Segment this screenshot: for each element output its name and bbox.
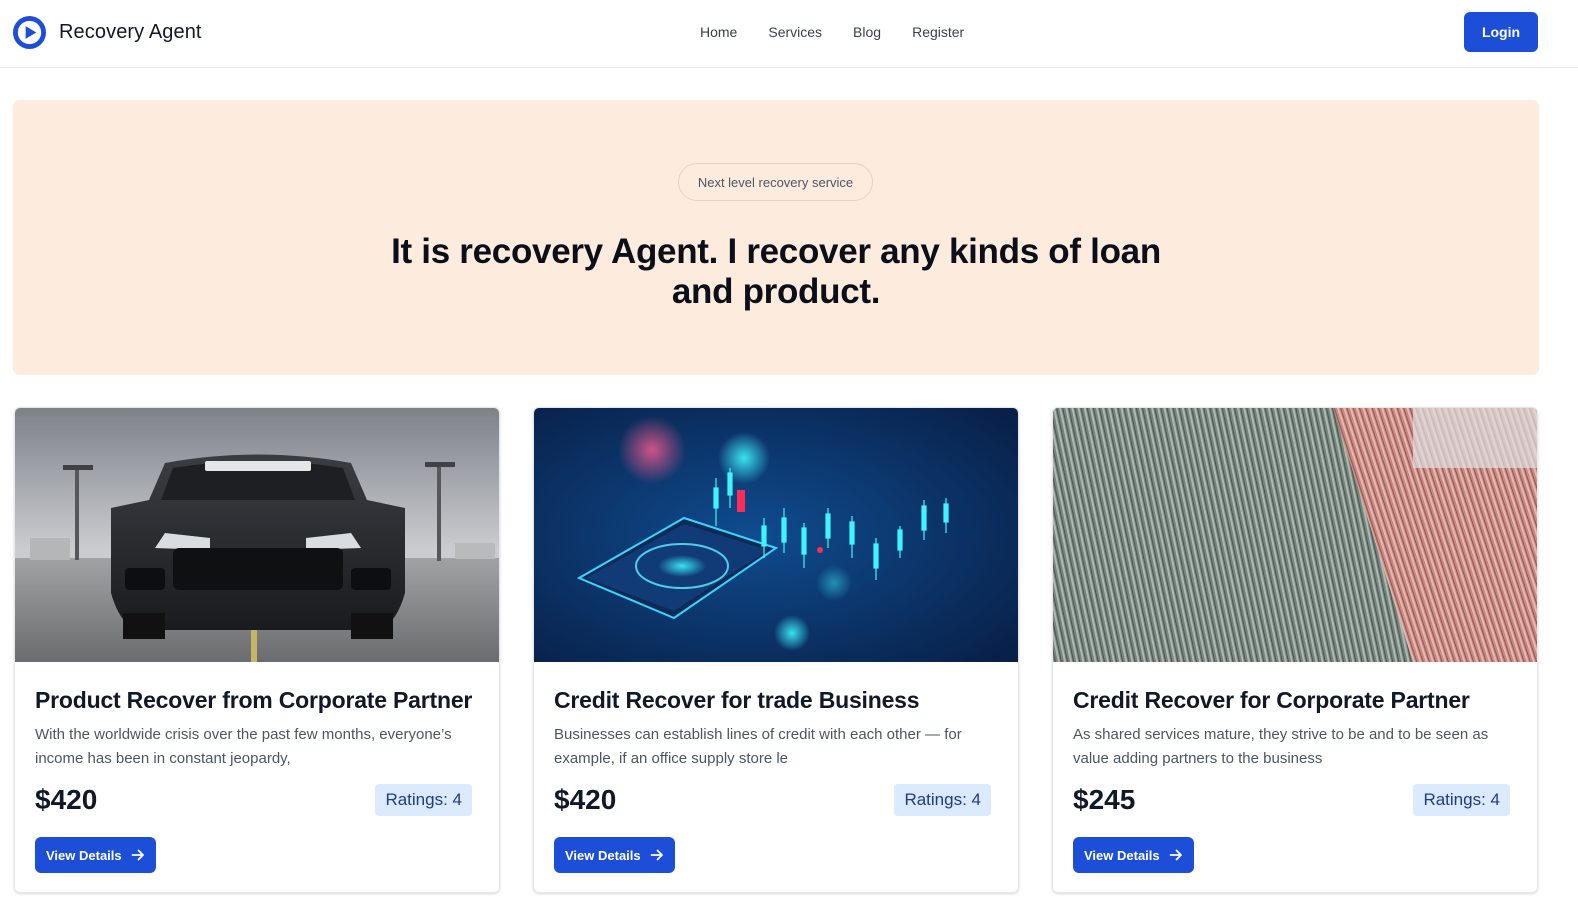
view-details-button[interactable]: View Details <box>554 837 675 873</box>
card-title: Credit Recover for Corporate Partner <box>1073 687 1470 713</box>
card-price: $420 <box>554 784 617 815</box>
view-details-button[interactable]: View Details <box>1073 837 1194 873</box>
rating-badge: Ratings: 4 <box>375 784 472 816</box>
card-price: $420 <box>35 784 98 815</box>
rating-badge: Ratings: 4 <box>1413 784 1510 816</box>
view-details-label: View Details <box>565 847 641 863</box>
nav-services[interactable]: Services <box>768 22 822 42</box>
arrow-right-icon <box>650 849 663 861</box>
view-details-label: View Details <box>46 847 122 863</box>
card-description: As shared services mature, they strive t… <box>1073 726 1489 767</box>
money-stack-photo-icon <box>1053 408 1537 662</box>
nav-register[interactable]: Register <box>912 22 964 42</box>
card-title: Product Recover from Corporate Partner <box>35 687 473 713</box>
arrow-right-icon <box>131 849 144 861</box>
nav-blog[interactable]: Blog <box>853 22 881 42</box>
arrow-right-icon <box>1169 849 1182 861</box>
nav-home[interactable]: Home <box>700 22 737 42</box>
hero-banner: Next level recovery service It is recove… <box>13 100 1539 375</box>
main-nav: Home Services Blog Register <box>700 22 995 42</box>
card-image <box>1053 408 1537 662</box>
play-logo-icon <box>12 15 47 49</box>
card-image <box>534 408 1018 662</box>
login-button[interactable]: Login <box>1464 12 1538 52</box>
card-image <box>15 408 499 662</box>
hero-badge: Next level recovery service <box>678 163 873 201</box>
card-description: With the worldwide crisis over the past … <box>35 726 452 767</box>
view-details-label: View Details <box>1084 847 1160 863</box>
view-details-button[interactable]: View Details <box>35 837 156 873</box>
service-card: Credit Recover for trade Business Busine… <box>533 407 1019 893</box>
card-title: Credit Recover for trade Business <box>554 687 920 713</box>
service-card: Credit Recover for Corporate Partner As … <box>1052 407 1538 893</box>
navbar: Recovery Agent Home Services Blog Regist… <box>0 0 1578 68</box>
card-description: Businesses can establish lines of credit… <box>554 726 962 767</box>
card-price: $245 <box>1073 784 1136 815</box>
brand[interactable]: Recovery Agent <box>12 14 202 50</box>
hero-title: It is recovery Agent. I recover any kind… <box>391 232 1161 311</box>
service-card: Product Recover from Corporate Partner W… <box>14 407 500 893</box>
car-photo-icon <box>15 408 499 662</box>
brand-name: Recovery Agent <box>59 20 202 43</box>
phone-chart-photo-icon <box>534 408 1018 662</box>
rating-badge: Ratings: 4 <box>894 784 991 816</box>
